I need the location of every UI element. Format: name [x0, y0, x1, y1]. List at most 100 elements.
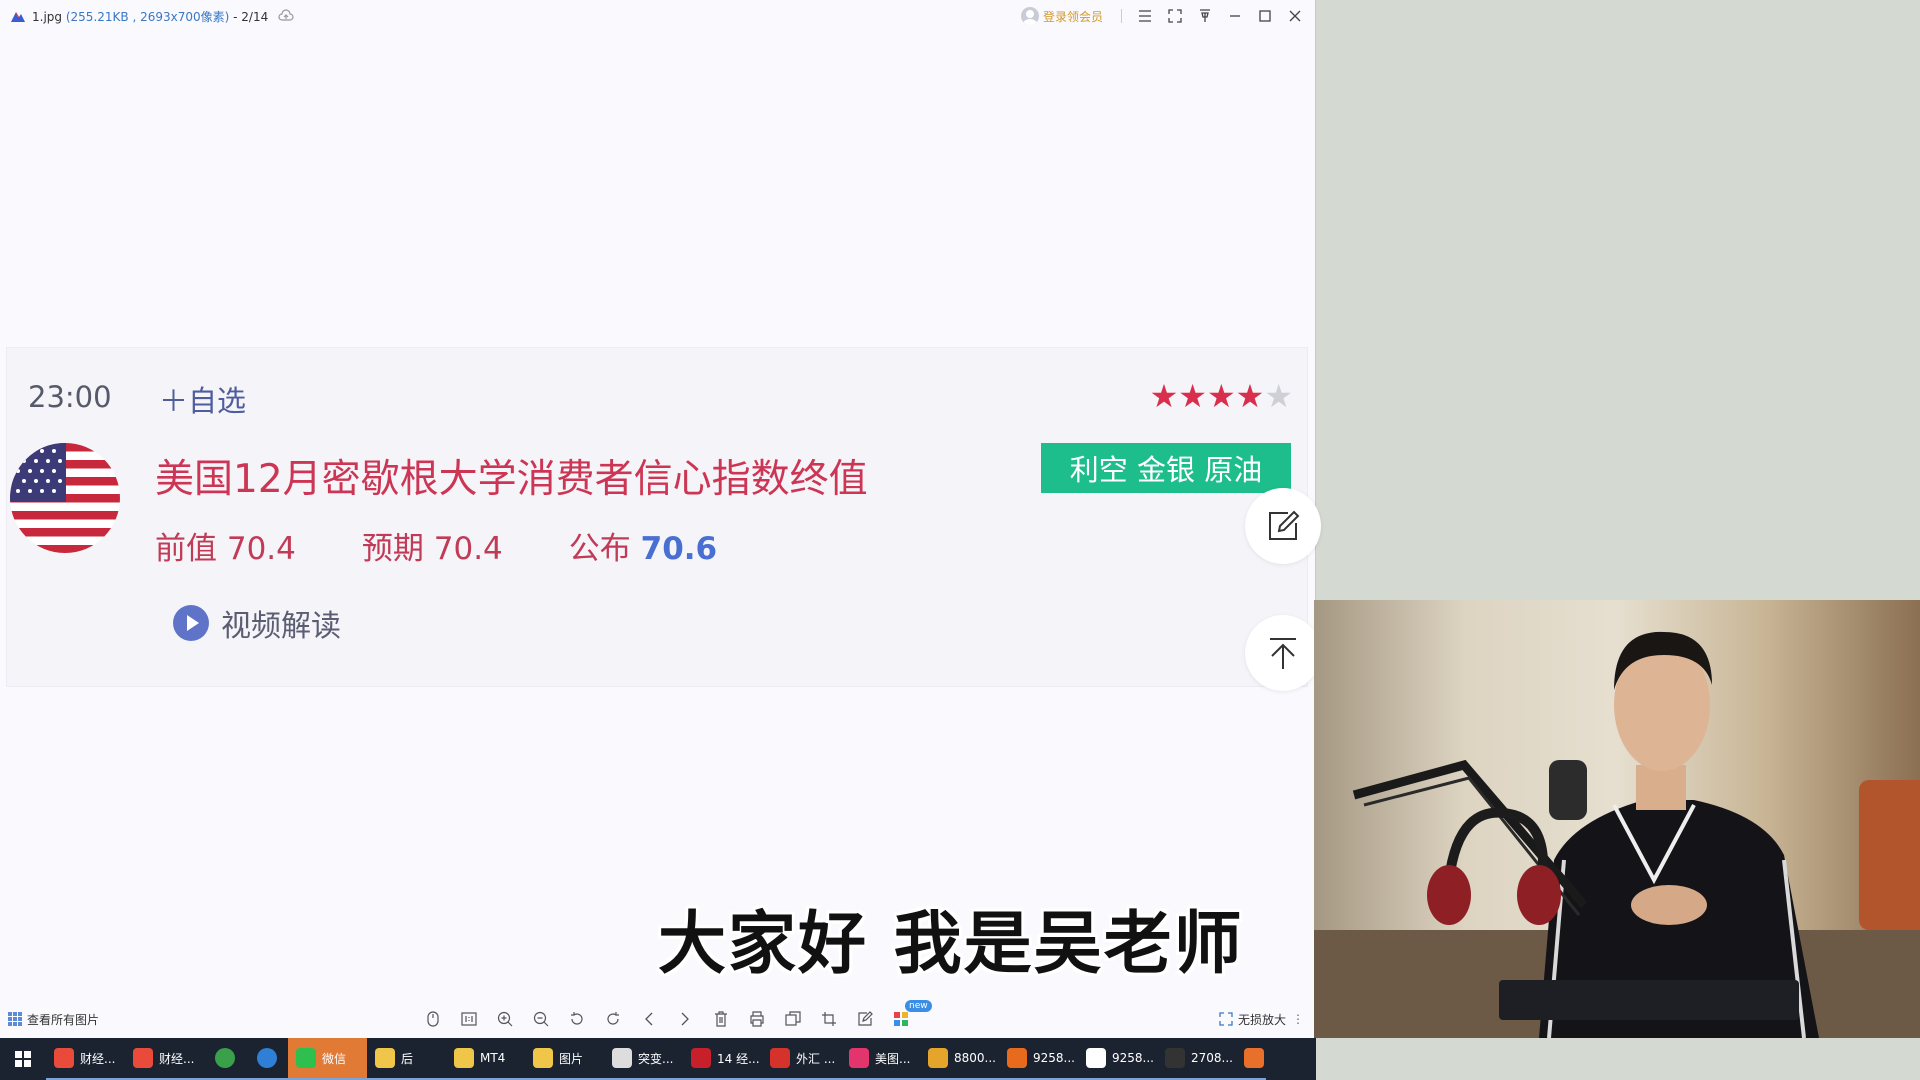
folder-icon [454, 1048, 474, 1068]
edit-float-button[interactable] [1245, 488, 1321, 564]
event-title: 美国12月密歇根大学消费者信心指数终值 [155, 457, 868, 502]
windows-logo-icon [15, 1051, 31, 1067]
actual-value: 70.6 [640, 531, 718, 567]
file-title: 1.jpg (255.21KB , 2693x700像素) - 2/14 [32, 8, 268, 25]
taskbar-item[interactable]: 财经... [46, 1038, 125, 1080]
back-to-top-button[interactable] [1245, 615, 1321, 691]
taskbar-item[interactable]: MT4 [446, 1038, 525, 1080]
taskbar-item[interactable]: 14 经... [683, 1038, 762, 1080]
print-button[interactable] [739, 1005, 775, 1033]
trash-icon [715, 1011, 727, 1027]
pencil-icon [858, 1011, 873, 1026]
lossless-zoom-label: 无损放大 [1237, 1012, 1286, 1027]
taskbar-item[interactable]: 交 [1236, 1038, 1266, 1080]
maximize-button[interactable] [1250, 0, 1280, 32]
forecast-value: 70.4 [433, 531, 503, 567]
zoom-out-button[interactable] [523, 1005, 559, 1033]
view-all-images-label: 查看所有图片 [27, 1012, 100, 1027]
menu-icon [1139, 10, 1151, 22]
rotate-right-button[interactable] [595, 1005, 631, 1033]
taskbar-item[interactable]: 图片 [525, 1038, 604, 1080]
chart-app-icon [928, 1048, 948, 1068]
title-bar: 1.jpg (255.21KB , 2693x700像素) - 2/14 登录领… [0, 0, 1316, 32]
taskbar-item[interactable]: 财经... [125, 1038, 204, 1080]
taskbar-item-label: 图片 [559, 1051, 584, 1066]
add-favorite-button[interactable]: ＋自选 [159, 378, 246, 420]
video-label: 视频解读 [221, 609, 341, 644]
taskbar-item[interactable]: 8800... [920, 1038, 999, 1080]
grid-icon [8, 1012, 22, 1026]
edit-image-button[interactable] [847, 1005, 883, 1033]
copy-icon [785, 1011, 801, 1026]
cloud-upload-icon[interactable] [278, 8, 294, 24]
taskbar-item-label: 后 [401, 1051, 414, 1066]
trade-app-icon [1165, 1048, 1185, 1068]
actual-size-button[interactable] [451, 1005, 487, 1033]
taskbar-items: 财经... 财经... 微信 后 MT4 图片 突变... 14 经... 外汇 ... 美图..… [46, 1038, 1266, 1080]
apps-icon [894, 1012, 908, 1026]
stock-app-icon [1244, 1048, 1264, 1068]
previous-image-button[interactable] [631, 1005, 667, 1033]
fullscreen-button[interactable] [1160, 0, 1190, 32]
zoom-in-button[interactable] [487, 1005, 523, 1033]
fxcm-icon [1007, 1048, 1027, 1068]
start-button[interactable] [0, 1038, 46, 1080]
menu-button[interactable] [1130, 0, 1160, 32]
us-flag-icon [10, 443, 120, 553]
taskbar-item[interactable]: 突变... [604, 1038, 683, 1080]
zoom-in-icon [497, 1011, 513, 1027]
viewer-toolbar: 查看所有图片 new 无损放大 ⋮ [0, 1000, 1316, 1033]
taskbar-item-label: 14 经... [717, 1051, 760, 1066]
event-values: 前值 70.4 预期 70.4 公布 70.6 [155, 523, 783, 568]
rotate-left-button[interactable] [559, 1005, 595, 1033]
minimize-button[interactable] [1220, 0, 1250, 32]
next-image-button[interactable] [667, 1005, 703, 1033]
forecast-label: 预期 [361, 531, 424, 567]
mouse-mode-button[interactable] [415, 1005, 451, 1033]
folder-icon [375, 1048, 395, 1068]
pin-icon [1200, 9, 1210, 22]
more-icon[interactable]: ⋮ [1292, 1012, 1304, 1026]
360-icon [215, 1048, 235, 1068]
taskbar-item[interactable]: 微信 [288, 1038, 367, 1080]
fullscreen-icon [1168, 9, 1182, 23]
taskbar-item[interactable]: 后 [367, 1038, 446, 1080]
taskbar-item[interactable]: 9258... [999, 1038, 1078, 1080]
taskbar-item[interactable]: 外汇 ... [762, 1038, 841, 1080]
crop-button[interactable] [811, 1005, 847, 1033]
taskbar-item-label: 美图... [875, 1051, 911, 1066]
login-member-button[interactable]: 登录领会员 [1020, 7, 1103, 25]
taskbar-item[interactable] [246, 1038, 288, 1080]
wps-icon [691, 1048, 711, 1068]
title-bar-controls: 登录领会员 [1020, 0, 1310, 32]
close-button[interactable] [1280, 0, 1310, 32]
view-all-images-button[interactable]: 查看所有图片 [8, 1011, 99, 1028]
taskbar-item-label: 2708... [1191, 1051, 1233, 1065]
taskbar-item-label: 9258... [1033, 1051, 1075, 1065]
forecast-value-group: 预期 70.4 [362, 523, 503, 568]
taskbar-item[interactable] [204, 1038, 246, 1080]
image-viewer-window: 1.jpg (255.21KB , 2693x700像素) - 2/14 登录领… [0, 0, 1321, 1038]
event-time: 23:00 [28, 380, 112, 414]
panda-icon [612, 1048, 632, 1068]
taskbar-item[interactable]: 2708... [1157, 1038, 1236, 1080]
chrome-icon [133, 1048, 153, 1068]
play-icon [173, 605, 209, 641]
pin-top-button[interactable] [1190, 0, 1220, 32]
video-interpretation-link[interactable]: 视频解读 [173, 601, 341, 645]
rotate-left-icon [571, 1012, 583, 1025]
close-icon [1289, 10, 1301, 22]
taskbar-item-label: 财经... [80, 1051, 116, 1066]
taskbar-item[interactable]: 9258... [1078, 1038, 1157, 1080]
toolbar-tools: new [415, 1000, 932, 1033]
chevron-left-icon [645, 1012, 653, 1026]
taskbar-item[interactable]: 美图... [841, 1038, 920, 1080]
apps-button[interactable]: new [883, 1000, 932, 1033]
delete-button[interactable] [703, 1005, 739, 1033]
copy-button[interactable] [775, 1005, 811, 1033]
previous-value: 70.4 [226, 531, 296, 567]
forex-icon [770, 1048, 790, 1068]
star-filled-icon: ★ [1235, 377, 1265, 415]
lossless-zoom-button[interactable]: 无损放大 ⋮ [1219, 1011, 1304, 1028]
chevron-right-icon [681, 1012, 689, 1026]
